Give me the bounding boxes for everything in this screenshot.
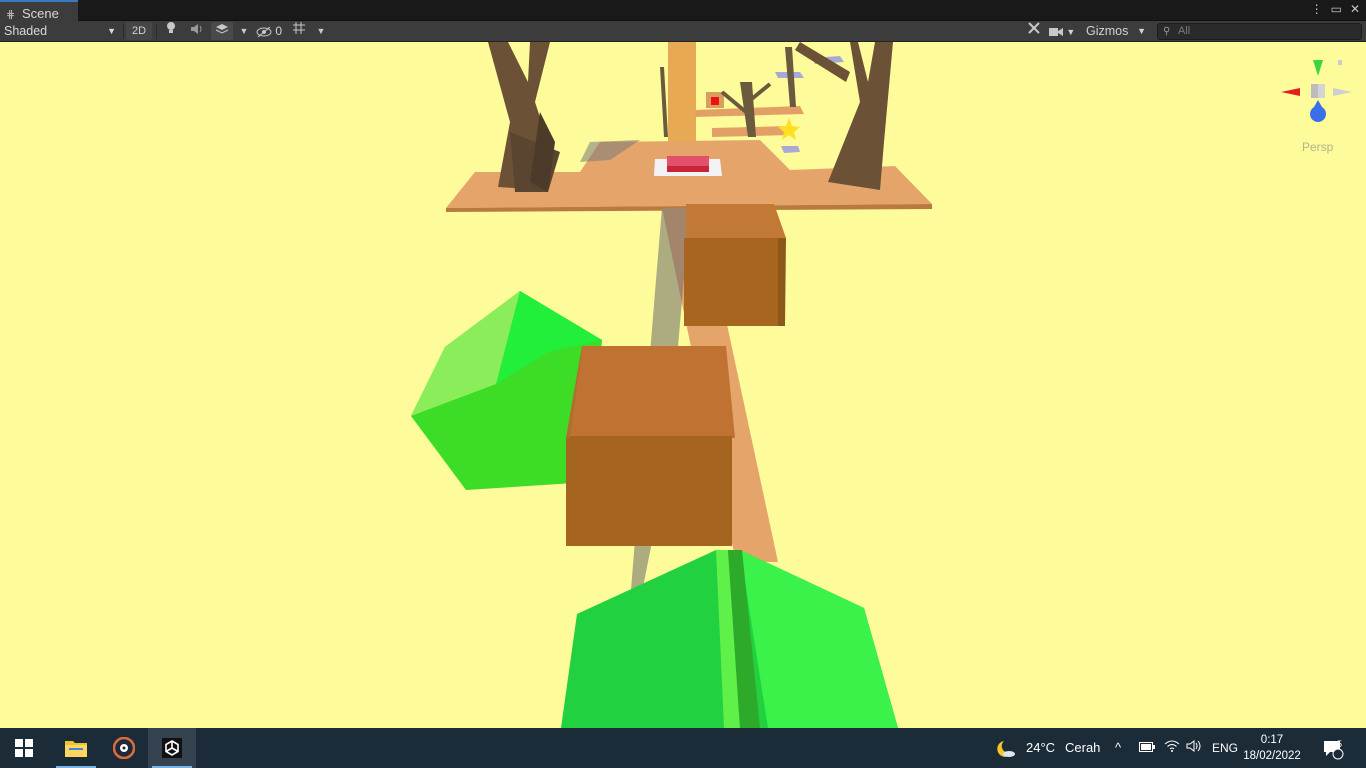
camera-settings-dropdown[interactable]: ▼	[1049, 21, 1083, 41]
clock-date: 18/02/2022	[1243, 750, 1301, 762]
chevron-down-icon: ▼	[239, 26, 249, 36]
search-placeholder: All	[1178, 25, 1191, 37]
notification-center-button[interactable]: 5	[1322, 728, 1350, 768]
shading-mode-dropdown[interactable]: Shaded ▼	[4, 21, 120, 41]
battery-icon	[1139, 742, 1155, 752]
search-icon: ⚲	[1163, 26, 1171, 37]
clock-time: 0:17	[1260, 734, 1284, 746]
grid-snap-icon	[293, 22, 305, 34]
music-disc-icon	[113, 737, 135, 759]
toolbar-divider	[156, 24, 157, 39]
audio-toggle[interactable]	[186, 21, 208, 41]
editor-tab-bar: ⋕ Scene ⋮ ▭ ✕	[0, 0, 1366, 21]
speaker-icon	[1186, 740, 1201, 752]
gizmos-label: Gizmos	[1086, 24, 1129, 38]
system-clock[interactable]: 0:17 18/02/2022	[1236, 732, 1308, 764]
windows-logo-icon	[15, 739, 33, 757]
chevron-down-icon: ▼	[1066, 27, 1076, 37]
scene-render	[411, 42, 932, 728]
moon-cloud-icon	[997, 740, 1015, 757]
star-collectible	[778, 118, 800, 140]
distant-pad	[781, 146, 800, 153]
grid-dropdown[interactable]: ▼	[310, 21, 332, 41]
battery-status[interactable]	[1139, 728, 1155, 768]
scene-viewport[interactable]: Persp	[0, 42, 1366, 728]
wifi-icon	[1164, 740, 1180, 752]
tools-button[interactable]	[1023, 21, 1045, 41]
file-explorer-button[interactable]	[52, 728, 100, 768]
unity-logo-icon	[162, 738, 182, 758]
unity-editor-button[interactable]	[148, 728, 196, 768]
close-icon[interactable]: ✕	[1350, 2, 1360, 16]
chevron-down-icon: ▼	[316, 26, 326, 36]
eye-hidden-icon	[256, 26, 272, 38]
toolbar-divider	[123, 24, 124, 39]
maximize-icon[interactable]: ▭	[1331, 2, 1342, 16]
volume-control[interactable]	[1186, 728, 1202, 768]
scene-tab[interactable]: ⋕ Scene	[0, 0, 78, 21]
orientation-gizmo[interactable]: Persp	[1278, 48, 1356, 154]
wifi-status[interactable]	[1164, 728, 1180, 768]
windows-taskbar: 24°C Cerah ^ ENG 0:17 18/02/2022 5	[0, 728, 1366, 768]
effects-toggle[interactable]	[211, 22, 233, 40]
lighting-toggle[interactable]	[160, 21, 182, 41]
tools-icon	[1028, 22, 1040, 34]
pillar	[668, 42, 696, 142]
scene-toolbar: Shaded ▼ 2D ▼ 0 ▼ ▼ Gizmos ▼ ⚲ All	[0, 21, 1366, 42]
grid-toggle[interactable]	[288, 21, 310, 41]
weather-temperature[interactable]: 24°C	[1026, 728, 1055, 768]
chevron-up-icon: ^	[1115, 740, 1122, 755]
more-options-icon[interactable]: ⋮	[1311, 2, 1323, 16]
layers-icon	[215, 24, 229, 34]
folder-icon	[65, 741, 87, 757]
projection-label[interactable]: Persp	[1302, 140, 1333, 154]
chevron-down-icon: ▼	[107, 26, 116, 36]
crate-near	[566, 346, 735, 438]
hidden-count: 0	[275, 24, 283, 38]
show-hidden-icons-button[interactable]: ^	[1115, 728, 1131, 768]
red-marker	[711, 97, 719, 105]
media-app-button[interactable]	[100, 728, 148, 768]
2d-mode-toggle[interactable]: 2D	[126, 22, 152, 40]
speaker-icon	[191, 24, 202, 34]
notification-count: 5	[1337, 739, 1343, 749]
scene-tab-label: Scene	[22, 6, 59, 21]
effects-dropdown[interactable]: ▼	[233, 21, 255, 41]
shading-mode-label: Shaded	[4, 24, 48, 38]
weather-description[interactable]: Cerah	[1065, 728, 1100, 768]
scene-search-input[interactable]: ⚲ All	[1157, 23, 1362, 40]
axis-gizmo-icon	[1281, 60, 1352, 122]
lightbulb-icon	[167, 22, 175, 33]
start-button[interactable]	[0, 728, 48, 768]
camera-icon	[1049, 27, 1063, 36]
crate-far	[686, 204, 786, 238]
window-controls: ⋮ ▭ ✕	[1311, 2, 1360, 16]
hidden-objects-toggle[interactable]: 0	[256, 21, 286, 41]
chevron-down-icon: ▼	[1137, 26, 1146, 36]
weather-widget[interactable]	[996, 728, 1018, 768]
gizmos-dropdown[interactable]: Gizmos ▼	[1086, 21, 1146, 41]
input-language[interactable]: ENG	[1212, 728, 1238, 768]
